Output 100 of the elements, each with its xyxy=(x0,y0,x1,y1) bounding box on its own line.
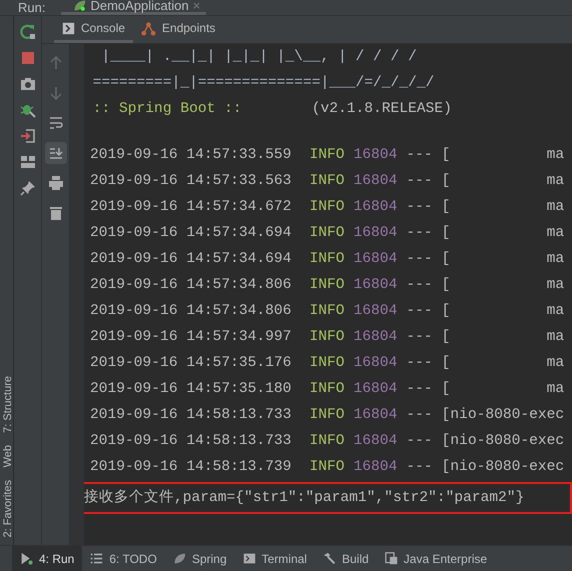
side-tab[interactable]: 2: Favorites xyxy=(0,480,13,537)
log-pid: 16804 xyxy=(353,146,398,165)
tool-window-tab[interactable]: Build xyxy=(314,546,377,571)
log-separator: --- xyxy=(406,354,433,373)
log-pid: 16804 xyxy=(353,172,398,191)
banner-art: |____| .__|_| |_|_| |_\__, | / / / / xyxy=(100,48,417,67)
log-level: INFO xyxy=(309,198,344,217)
log-separator: --- xyxy=(406,198,433,217)
camera-icon[interactable] xyxy=(20,76,36,92)
run-config-tab[interactable]: DemoApplication × xyxy=(61,0,206,15)
log-timestamp: 2019-09-16 14:57:34.694 xyxy=(90,250,292,269)
tool-window-tab[interactable]: 6: TODO xyxy=(82,546,165,571)
highlighted-output: 接收多个文件,param={"str1":"param1","str2":"param2"} xyxy=(84,482,572,514)
tool-window-tab[interactable]: Java Enterprise xyxy=(376,546,496,571)
log-pid: 16804 xyxy=(353,276,398,295)
list-icon[interactable] xyxy=(90,552,104,565)
log-pid: 16804 xyxy=(353,354,398,373)
log-pid: 16804 xyxy=(353,302,398,321)
log-timestamp: 2019-09-16 14:57:34.694 xyxy=(90,224,292,243)
log-level: INFO xyxy=(309,380,344,399)
run-label: Run: xyxy=(17,1,46,15)
log-timestamp: 2019-09-16 14:57:33.563 xyxy=(90,172,292,191)
spring-boot-version: :: Spring Boot :: (v2.1.8.RELEASE) xyxy=(92,100,452,119)
log-pid: 16804 xyxy=(353,328,398,347)
enterprise-icon[interactable] xyxy=(384,552,398,565)
log-pid: 16804 xyxy=(353,380,398,399)
log-timestamp: 2019-09-16 14:57:34.806 xyxy=(90,276,292,295)
log-pid: 16804 xyxy=(353,458,398,477)
log-thread: [nio-8080-exec xyxy=(442,432,564,451)
hammer-icon[interactable] xyxy=(322,552,336,565)
banner-art: =========|_|==============|___/=/_/_/_/ xyxy=(92,74,434,93)
log-separator: --- xyxy=(406,302,433,321)
log-separator: --- xyxy=(406,224,433,243)
log-thread: [ ma xyxy=(442,302,564,321)
rerun-icon[interactable] xyxy=(20,24,36,40)
print-icon[interactable] xyxy=(48,175,64,191)
bug-icon[interactable] xyxy=(20,102,36,118)
side-tab[interactable]: 7: Structure xyxy=(0,376,13,434)
log-thread: [ ma xyxy=(442,172,564,191)
log-thread: [ ma xyxy=(442,250,564,269)
log-timestamp: 2019-09-16 14:58:13.733 xyxy=(90,406,292,425)
log-timestamp: 2019-09-16 14:58:13.733 xyxy=(90,432,292,451)
wrap-icon[interactable] xyxy=(48,115,64,131)
log-pid: 16804 xyxy=(353,250,398,269)
log-thread: [ ma xyxy=(442,224,564,243)
stop-icon[interactable] xyxy=(20,50,36,66)
log-level: INFO xyxy=(309,458,344,477)
log-separator: --- xyxy=(406,276,433,295)
log-separator: --- xyxy=(406,146,433,165)
scroll-to-end-icon[interactable] xyxy=(48,145,64,161)
endpoints-icon[interactable] xyxy=(141,20,156,36)
log-timestamp: 2019-09-16 14:57:34.806 xyxy=(90,302,292,321)
log-timestamp: 2019-09-16 14:57:34.997 xyxy=(90,328,292,347)
log-level: INFO xyxy=(309,302,344,321)
log-separator: --- xyxy=(406,250,433,269)
log-level: INFO xyxy=(309,224,344,243)
log-thread: [ ma xyxy=(442,380,564,399)
log-separator: --- xyxy=(406,380,433,399)
tool-window-tab[interactable]: Terminal xyxy=(234,546,315,571)
log-thread: [ ma xyxy=(442,328,564,347)
spring-app-icon xyxy=(73,0,86,12)
log-pid: 16804 xyxy=(353,224,398,243)
tool-window-tab[interactable]: 4: Run xyxy=(12,546,82,571)
log-timestamp: 2019-09-16 14:57:33.559 xyxy=(90,146,292,165)
pin-icon[interactable] xyxy=(20,180,36,196)
log-separator: --- xyxy=(406,406,433,425)
log-thread: [nio-8080-exec xyxy=(442,458,564,477)
log-pid: 16804 xyxy=(353,432,398,451)
log-level: INFO xyxy=(309,250,344,269)
log-thread: [ ma xyxy=(442,198,564,217)
run-icon[interactable] xyxy=(20,552,33,565)
trash-icon[interactable] xyxy=(48,205,64,221)
leaf-icon[interactable] xyxy=(172,552,186,565)
log-level: INFO xyxy=(309,172,344,191)
terminal-icon[interactable] xyxy=(242,552,256,565)
tool-window-tab[interactable]: Spring xyxy=(164,546,235,571)
log-separator: --- xyxy=(406,328,433,347)
log-level: INFO xyxy=(309,328,344,347)
log-timestamp: 2019-09-16 14:57:35.176 xyxy=(90,354,292,373)
layout-icon[interactable] xyxy=(20,154,36,170)
log-pid: 16804 xyxy=(353,198,398,217)
log-separator: --- xyxy=(406,458,433,477)
log-level: INFO xyxy=(309,432,344,451)
log-timestamp: 2019-09-16 14:57:35.180 xyxy=(90,380,292,399)
console-tab[interactable]: Endpoints xyxy=(133,16,224,43)
log-level: INFO xyxy=(309,406,344,425)
log-level: INFO xyxy=(309,146,344,165)
exit-icon[interactable] xyxy=(20,128,36,144)
log-timestamp: 2019-09-16 14:58:13.739 xyxy=(90,458,292,477)
log-level: INFO xyxy=(309,276,344,295)
log-thread: [nio-8080-exec xyxy=(442,406,564,425)
log-level: INFO xyxy=(309,354,344,373)
log-thread: [ ma xyxy=(442,276,564,295)
log-pid: 16804 xyxy=(353,406,398,425)
log-timestamp: 2019-09-16 14:57:34.672 xyxy=(90,198,292,217)
log-separator: --- xyxy=(406,172,433,191)
log-thread: [ ma xyxy=(442,146,564,165)
log-separator: --- xyxy=(406,432,433,451)
side-tab[interactable]: Web xyxy=(0,445,13,468)
console-icon[interactable] xyxy=(62,22,75,34)
